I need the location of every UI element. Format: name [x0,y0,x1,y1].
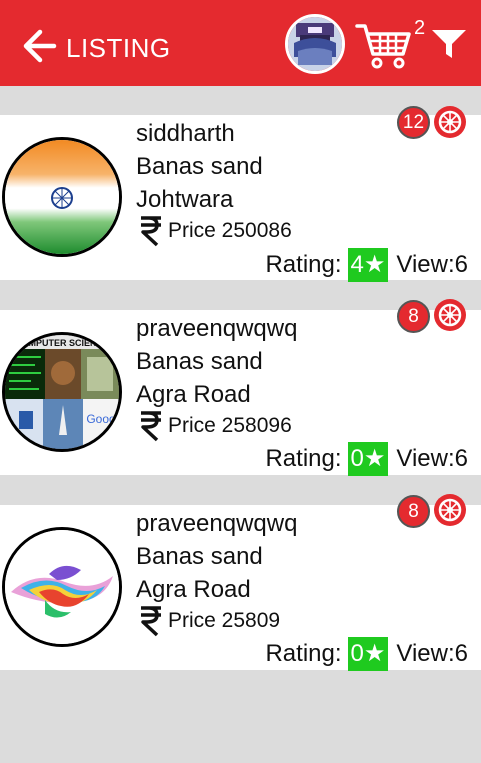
listing-name: praveenqwqwq [136,315,298,342]
page-title: LISTING [66,33,171,63]
indian-flag-image [5,140,119,254]
shopping-cart-icon[interactable] [355,20,413,70]
rating-badge: 0★ [347,442,389,476]
listing-thumbnail [2,527,122,647]
listing-category: Banas sand [136,543,263,570]
svg-text:COMPUTER SCIENCE: COMPUTER SCIENCE [15,338,109,348]
colorful-paint-splash-image [5,530,119,644]
rating-row: Rating: 0★ View:6 [265,442,468,476]
rating-badge: 0★ [347,637,389,671]
wheel-icon[interactable] [433,298,467,332]
listing-location: Agra Road [136,576,251,603]
rating-row: Rating: 0★ View:6 [265,637,468,671]
listing-badge-count: 12 [397,106,430,139]
rating-label: Rating: [265,251,342,278]
listing-badge-count: 8 [397,300,430,333]
listing-card[interactable]: siddharth Banas sand Johtwara Price 2500… [0,106,481,282]
rating-label: Rating: [265,445,342,472]
listing-card[interactable]: praveenqwqwq Banas sand Agra Road Price … [0,494,481,671]
svg-text:Goog: Goog [86,412,115,426]
listing-location: Johtwara [136,186,234,213]
computer-science-collage-image: COMPUTER SCIENCE Goog [5,335,119,449]
app-bar: LISTING 2 [0,0,481,86]
listing-price: Price 25809 [168,609,281,632]
avatar[interactable] [285,14,345,74]
view-count: View:6 [396,251,468,278]
listing-category: Banas sand [136,153,263,180]
rating-badge: 4★ [347,248,389,282]
listing-thumbnail: COMPUTER SCIENCE Goog [2,332,122,452]
view-count: View:6 [396,640,468,667]
rating-label: Rating: [265,640,342,667]
listing-card[interactable]: COMPUTER SCIENCE Goog praveenqwqwq Banas… [0,299,481,476]
filter-icon[interactable] [431,28,467,60]
cart-count: 2 [414,17,426,39]
rupee-icon [141,216,161,247]
rupee-icon [141,411,161,442]
listing-name: praveenqwqwq [136,510,298,537]
wheel-icon[interactable] [433,493,467,527]
back-arrow-icon[interactable] [22,26,58,66]
listing-location: Agra Road [136,381,251,408]
avatar-image [288,17,342,71]
listing-price: Price 250086 [168,219,292,242]
listing-thumbnail [2,137,122,257]
listing-badge-count: 8 [397,495,430,528]
view-count: View:6 [396,445,468,472]
rupee-icon [141,606,161,637]
listing-name: siddharth [136,120,235,147]
wheel-icon[interactable] [433,105,467,139]
listing-price: Price 258096 [168,414,292,437]
listing-category: Banas sand [136,348,263,375]
rating-row: Rating: 4★ View:6 [265,248,468,282]
